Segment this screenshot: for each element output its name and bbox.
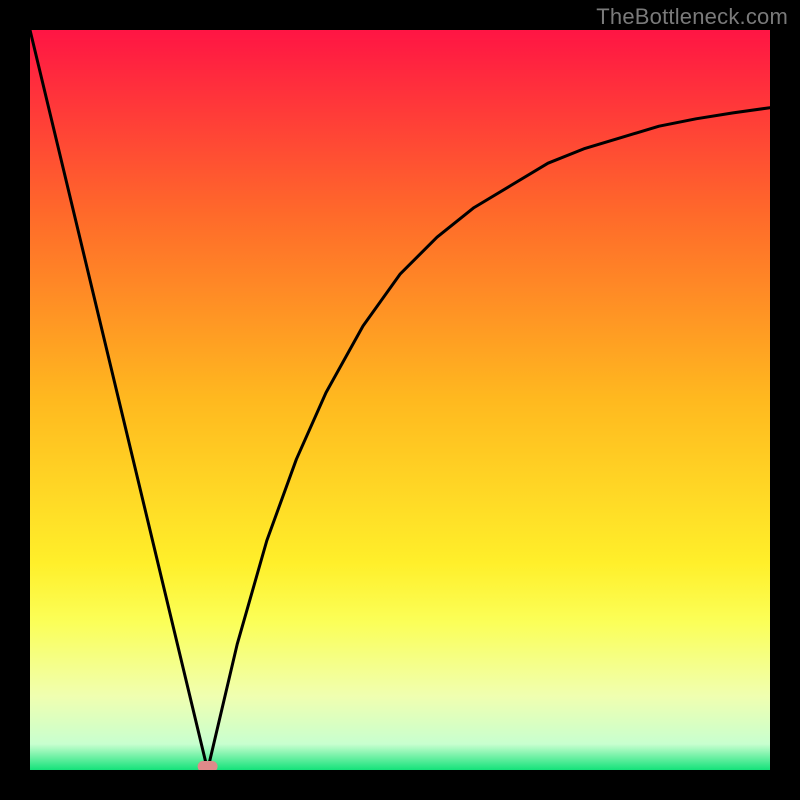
optimum-marker-shape	[198, 761, 218, 770]
chart-svg	[30, 30, 770, 770]
plot-area	[30, 30, 770, 770]
chart-frame: TheBottleneck.com	[0, 0, 800, 800]
optimum-marker	[198, 761, 218, 770]
gradient-background	[30, 30, 770, 770]
watermark-text: TheBottleneck.com	[596, 4, 788, 30]
